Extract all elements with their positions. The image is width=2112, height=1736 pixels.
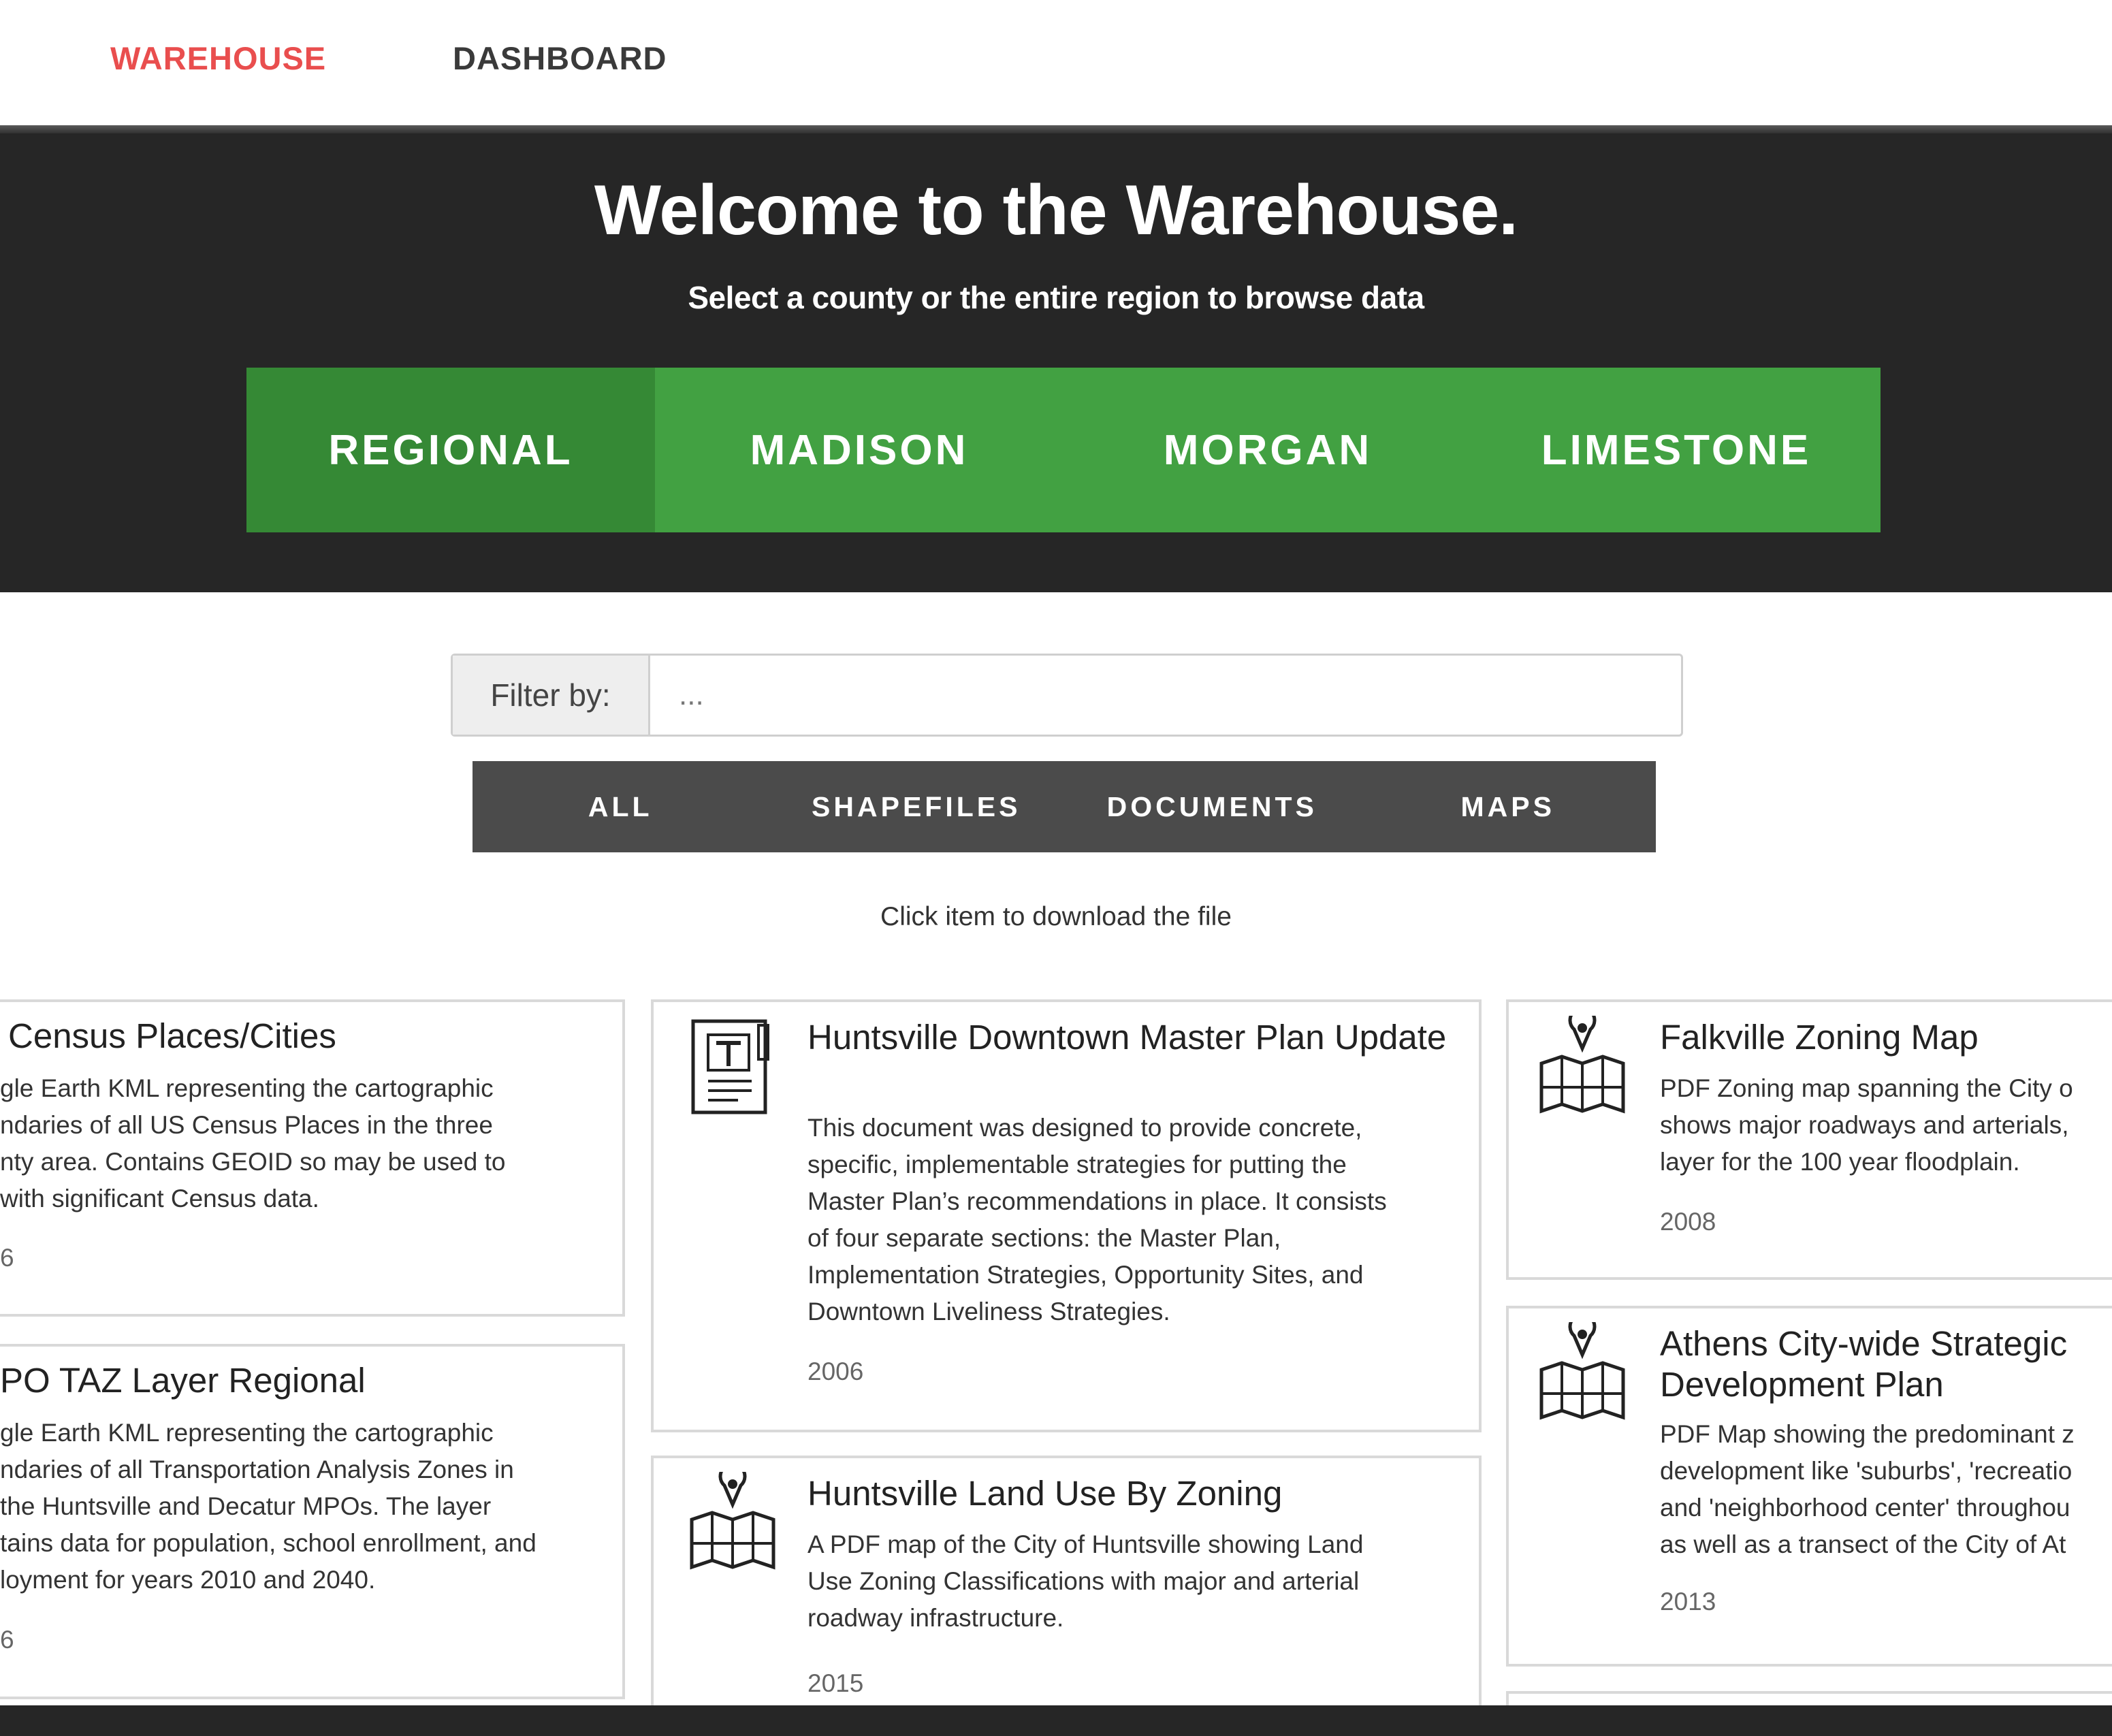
card-description: PDF Map showing the predominant z develo… <box>1660 1416 2075 1563</box>
card-desc-line: layer for the 100 year floodplain. <box>1660 1148 2020 1176</box>
card-desc-line: Master Plan’s recommendations in place. … <box>807 1187 1387 1215</box>
card-desc-line: specific, implementable strategies for p… <box>807 1151 1347 1178</box>
map-icon <box>690 1472 775 1570</box>
card-title: Census Places/Cities <box>8 1016 336 1055</box>
card-desc-line: Implementation Strategies, Opportunity S… <box>807 1261 1364 1289</box>
top-nav: WAREHOUSE DASHBOARD <box>0 0 2112 125</box>
map-icon <box>1539 1016 1625 1114</box>
card-desc-line: roadway infrastructure. <box>807 1604 1064 1632</box>
map-icon <box>1539 1322 1625 1420</box>
nav-dashboard-link[interactable]: DASHBOARD <box>453 39 667 77</box>
card-description: gle Earth KML representing the cartograp… <box>0 1415 537 1598</box>
card-title: Athens City-wide Strategic Development P… <box>1660 1324 2068 1404</box>
footer-bar <box>0 1705 2112 1736</box>
county-selector: REGIONAL MADISON MORGAN LIMESTONE <box>246 368 1881 532</box>
card-description: This document was designed to provide co… <box>807 1110 1387 1330</box>
card-desc-line: with significant Census data. <box>0 1185 319 1212</box>
card-desc-line: the Huntsville and Decatur MPOs. The lay… <box>0 1492 492 1520</box>
type-tab-all[interactable]: ALL <box>473 761 769 852</box>
download-hint: Click item to download the file <box>880 902 1232 931</box>
dataset-card[interactable]: Census Places/Cities gle Earth KML repre… <box>0 999 625 1317</box>
type-tab-maps[interactable]: MAPS <box>1360 761 1657 852</box>
card-year: 6 <box>0 1626 14 1654</box>
card-desc-line: development like 'suburbs', 'recreatio <box>1660 1457 2073 1485</box>
card-desc-line: ndaries of all Transportation Analysis Z… <box>0 1456 514 1483</box>
type-tab-shapefiles[interactable]: SHAPEFILES <box>769 761 1065 852</box>
card-title: Falkville Zoning Map <box>1660 1018 1979 1057</box>
card-title: PO TAZ Layer Regional <box>0 1361 366 1400</box>
card-desc-line: shows major roadways and arterials, <box>1660 1111 2069 1139</box>
county-tab-morgan[interactable]: MORGAN <box>1063 368 1472 532</box>
card-desc-line: This document was designed to provide co… <box>807 1114 1362 1142</box>
page-subtitle: Select a county or the entire region to … <box>688 280 1424 315</box>
card-year: 2015 <box>807 1669 864 1697</box>
card-desc-line: PDF Zoning map spanning the City o <box>1660 1074 2073 1102</box>
card-desc-line: PDF Map showing the predominant z <box>1660 1420 2075 1448</box>
county-tab-regional[interactable]: REGIONAL <box>246 368 655 532</box>
card-year: 2008 <box>1660 1208 1716 1236</box>
type-filter-bar: ALL SHAPEFILES DOCUMENTS MAPS <box>473 761 1656 852</box>
card-desc-line: loyment for years 2010 and 2040. <box>0 1566 376 1594</box>
card-desc-line: A PDF map of the City of Huntsville show… <box>807 1530 1364 1558</box>
card-year: 6 <box>0 1244 14 1272</box>
card-desc-line: as well as a transect of the City of At <box>1660 1530 2066 1558</box>
page-title: Welcome to the Warehouse. <box>594 171 1518 250</box>
card-desc-line: gle Earth KML representing the cartograp… <box>0 1419 494 1447</box>
card-desc-line: Downtown Liveliness Strategies. <box>807 1298 1170 1325</box>
card-desc-line: ndaries of all US Census Places in the t… <box>0 1111 493 1139</box>
dataset-card[interactable]: Falkville Zoning Map PDF Zoning map span… <box>1506 999 2112 1280</box>
card-title: Huntsville Land Use By Zoning <box>807 1474 1283 1513</box>
nav-warehouse-link[interactable]: WAREHOUSE <box>110 39 326 77</box>
dataset-card[interactable]: Athens City-wide Strategic Development P… <box>1506 1306 2112 1667</box>
filter-group: Filter by: <box>451 654 1683 737</box>
card-desc-line: gle Earth KML representing the cartograp… <box>0 1074 494 1102</box>
card-description: A PDF map of the City of Huntsville show… <box>807 1526 1363 1637</box>
filter-label: Filter by: <box>453 656 650 735</box>
filter-input[interactable] <box>650 656 1681 735</box>
card-desc-line: nty area. Contains GEOID so may be used … <box>0 1148 506 1176</box>
card-desc-line: and 'neighborhood center' throughou <box>1660 1494 2070 1522</box>
dataset-card[interactable]: Huntsville Land Use By Zoning A PDF map … <box>651 1456 1482 1736</box>
county-tab-madison[interactable]: MADISON <box>655 368 1063 532</box>
dataset-card[interactable]: PO TAZ Layer Regional gle Earth KML repr… <box>0 1344 625 1699</box>
dataset-card[interactable]: Huntsville Downtown Master Plan Update T… <box>651 999 1482 1432</box>
type-tab-documents[interactable]: DOCUMENTS <box>1064 761 1360 852</box>
county-tab-limestone[interactable]: LIMESTONE <box>1472 368 1881 532</box>
card-description: PDF Zoning map spanning the City o shows… <box>1660 1070 2073 1180</box>
card-title: Huntsville Downtown Master Plan Update <box>807 1018 1447 1057</box>
document-icon <box>691 1019 769 1114</box>
card-year: 2006 <box>807 1357 864 1385</box>
card-description: gle Earth KML representing the cartograp… <box>0 1070 505 1217</box>
card-desc-line: tains data for population, school enroll… <box>0 1529 537 1557</box>
card-year: 2013 <box>1660 1588 1716 1616</box>
card-desc-line: Use Zoning Classifications with major an… <box>807 1567 1360 1595</box>
card-desc-line: of four separate sections: the Master Pl… <box>807 1224 1281 1252</box>
